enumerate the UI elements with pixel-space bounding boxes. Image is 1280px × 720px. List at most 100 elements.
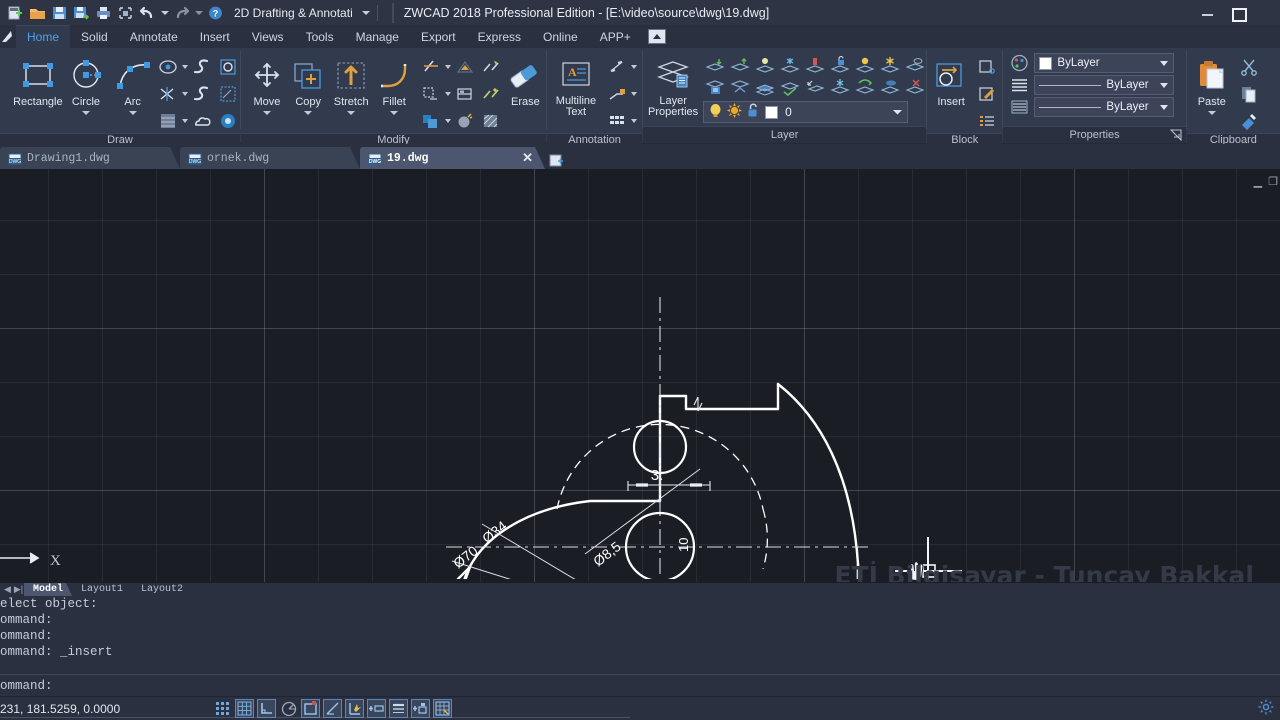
revcloud-icon[interactable] <box>190 109 214 132</box>
polyline-icon[interactable] <box>190 55 214 78</box>
stretch-dropdown-icon[interactable] <box>347 111 356 115</box>
layer-off-icon[interactable] <box>753 54 776 76</box>
tab-annotate[interactable]: Annotate <box>119 25 189 48</box>
tab-tools[interactable]: Tools <box>295 25 345 48</box>
edit-block-icon[interactable] <box>975 82 999 105</box>
leader-icon[interactable] <box>605 82 629 105</box>
ortho-toggle[interactable] <box>257 699 276 718</box>
point-dropdown-icon[interactable] <box>182 91 188 96</box>
trim-dropdown-icon[interactable] <box>444 64 451 69</box>
drawing-canvas[interactable]: 3. 10 Ø34 Ø70 Ø8,5 Ø14 <box>0 169 1280 582</box>
paste-tool[interactable]: Paste <box>1187 52 1237 115</box>
undo-dropdown-icon[interactable] <box>161 10 169 15</box>
donut-icon[interactable] <box>216 109 240 132</box>
explode-icon[interactable] <box>453 109 477 132</box>
workspace-name[interactable]: 2D Drafting & Annotati <box>234 6 353 20</box>
cut-icon[interactable] <box>1237 55 1261 78</box>
tab-layout1[interactable]: Layout1 <box>72 583 132 596</box>
linetype-icon[interactable] <box>1009 75 1029 95</box>
fillet-dropdown-icon[interactable] <box>390 111 399 115</box>
hatch-dropdown-icon[interactable] <box>182 118 188 123</box>
offset-icon[interactable] <box>453 55 477 78</box>
polar-tracking-toggle[interactable] <box>279 699 298 718</box>
close-icon[interactable]: ✕ <box>522 150 533 166</box>
hatch-icon[interactable] <box>156 109 180 132</box>
leader-dropdown-icon[interactable] <box>630 91 637 96</box>
doc-tab-19[interactable]: DWG 19.dwg ✕ <box>360 147 545 169</box>
fillet-tool[interactable]: Fillet <box>374 52 415 115</box>
help-icon[interactable]: ? <box>206 3 225 22</box>
tab-appplus[interactable]: APP+ <box>589 25 642 48</box>
lineweight-toggle[interactable] <box>389 699 408 718</box>
layer-lock-icon[interactable] <box>828 54 851 76</box>
save-icon[interactable] <box>50 3 69 22</box>
plot-preview-icon[interactable] <box>116 3 135 22</box>
gear-icon[interactable] <box>1258 699 1274 718</box>
insert-block-tool[interactable]: Insert <box>927 52 975 108</box>
break-icon[interactable] <box>479 55 503 78</box>
layer-to-current-icon[interactable] <box>878 76 901 98</box>
layer-unisolate-icon[interactable] <box>903 54 926 76</box>
command-input[interactable]: ommand: <box>0 674 1280 693</box>
layer-walk-icon[interactable] <box>778 76 801 98</box>
layer-delete-icon[interactable] <box>903 76 926 98</box>
tab-solid[interactable]: Solid <box>70 25 119 48</box>
new-icon[interactable] <box>6 3 25 22</box>
boundary-icon[interactable] <box>216 82 240 105</box>
circle-dropdown-icon[interactable] <box>81 111 90 115</box>
tab-next-icon[interactable]: ▶| <box>13 584 24 595</box>
dynamic-input-toggle[interactable] <box>367 699 386 718</box>
rectangle-tool[interactable]: Rectangle <box>13 52 63 108</box>
quick-properties-toggle[interactable] <box>411 699 430 718</box>
tab-prev-icon[interactable]: ◀ <box>2 584 13 595</box>
lineweight-select[interactable]: ByLayer <box>1034 97 1175 117</box>
layer-control-combobox[interactable]: 0 <box>703 101 909 123</box>
layer-make-current-icon[interactable] <box>703 54 726 76</box>
layer-states-icon[interactable] <box>703 76 726 98</box>
match-properties-icon[interactable] <box>1237 109 1261 132</box>
layer-turn-on-icon[interactable] <box>853 54 876 76</box>
mirror-dropdown-icon[interactable] <box>444 118 451 123</box>
rotate-dropdown-icon[interactable] <box>444 91 451 96</box>
spline-icon[interactable] <box>190 82 214 105</box>
array-icon[interactable] <box>453 82 477 105</box>
chevron-down-icon[interactable] <box>1160 82 1169 88</box>
dimension-icon[interactable] <box>605 55 629 78</box>
grid-snap-toggle[interactable] <box>213 699 232 718</box>
stretch-tool[interactable]: Stretch <box>329 52 374 115</box>
osnap-toggle[interactable] <box>301 699 320 718</box>
arc-dropdown-icon[interactable] <box>128 111 137 115</box>
color-swatch-icon[interactable] <box>765 105 779 119</box>
move-dropdown-icon[interactable] <box>262 111 271 115</box>
tab-layout2[interactable]: Layout2 <box>132 583 192 596</box>
save-as-icon[interactable] <box>72 3 91 22</box>
coordinate-readout[interactable]: 231, 181.5259, 0.0000 <box>0 702 120 716</box>
multiline-text-tool[interactable]: A Multiline Text <box>547 52 605 118</box>
doc-tab-drawing1[interactable]: DWG Drawing1.dwg <box>0 147 180 169</box>
arc-tool[interactable]: Arc <box>109 52 156 115</box>
create-block-icon[interactable] <box>975 55 999 78</box>
tab-views[interactable]: Views <box>241 25 295 48</box>
mirror-icon[interactable] <box>419 109 443 132</box>
layer-properties-tool[interactable]: Layer Properties <box>643 52 703 118</box>
linetype-select[interactable]: ByLayer <box>1034 75 1175 95</box>
scale-icon[interactable] <box>479 82 503 105</box>
dynamic-ucs-toggle[interactable] <box>345 699 364 718</box>
command-line-area[interactable]: elect object: ommand: ommand: ommand: _i… <box>0 596 1280 696</box>
color-palette-icon[interactable] <box>1009 53 1029 73</box>
block-attributes-icon[interactable] <box>975 109 999 132</box>
model-space-toggle[interactable] <box>433 699 452 718</box>
workspace-dropdown-icon[interactable] <box>361 10 370 15</box>
point-icon[interactable] <box>156 82 180 105</box>
restore-button[interactable] <box>1230 5 1247 22</box>
move-tool[interactable]: Move <box>246 52 287 115</box>
layer-unlock-icon[interactable] <box>853 76 876 98</box>
copy-dropdown-icon[interactable] <box>304 111 313 115</box>
tab-express[interactable]: Express <box>467 25 532 48</box>
table-dropdown-icon[interactable] <box>630 118 637 123</box>
redo-icon[interactable] <box>172 3 191 22</box>
chevron-down-icon[interactable] <box>1160 60 1169 66</box>
open-folder-icon[interactable] <box>28 3 47 22</box>
tab-home[interactable]: Home <box>16 25 71 48</box>
lineweight-icon[interactable] <box>1009 97 1029 117</box>
